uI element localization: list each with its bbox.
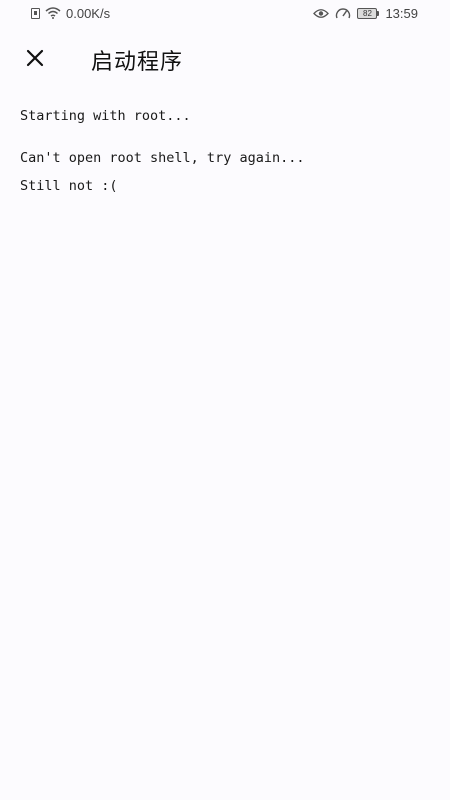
status-bar: 0.00K/s 82 13:59: [0, 0, 450, 26]
console-line: Can't open root shell, try again...: [20, 150, 305, 166]
wifi-icon: [45, 7, 61, 19]
screen: 0.00K/s 82 13:59 启动程序 Starting with root…: [0, 0, 450, 800]
console-output: Starting with root... Can't open root sh…: [20, 106, 430, 196]
close-button[interactable]: [22, 45, 48, 71]
console-line: Starting with root...: [20, 108, 191, 124]
status-time: 13:59: [385, 5, 418, 21]
speed-icon: [335, 7, 351, 20]
battery-tip: [377, 10, 380, 16]
status-left: 0.00K/s: [31, 6, 110, 21]
console-line: Still not :(: [20, 178, 118, 194]
eye-icon: [313, 8, 330, 19]
app-bar: 启动程序: [0, 36, 450, 80]
network-speed: 0.00K/s: [66, 5, 111, 21]
close-icon: [26, 49, 44, 67]
page-title: 启动程序: [91, 50, 184, 75]
status-right: 82 13:59: [313, 6, 418, 21]
sim-icon: [31, 7, 40, 19]
battery-icon: 82: [357, 7, 380, 19]
battery-level: 82: [357, 7, 378, 19]
